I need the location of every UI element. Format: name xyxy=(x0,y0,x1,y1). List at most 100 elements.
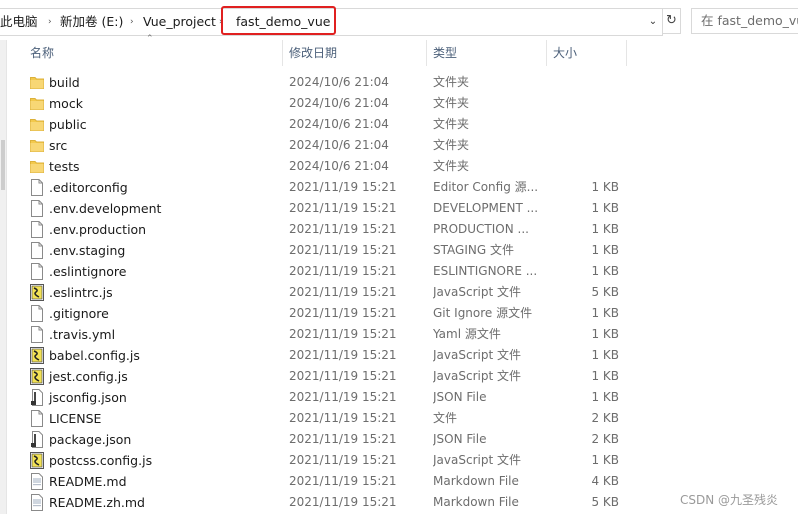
file-type: Yaml 源文件 xyxy=(433,327,501,341)
table-row[interactable]: babel.config.js 2021/11/19 15:21 JavaScrip… xyxy=(24,345,634,366)
folder-icon xyxy=(30,74,44,91)
file-date: 2024/10/6 21:04 xyxy=(289,138,389,152)
table-row[interactable]: .env.production 2021/11/19 15:21 PRODUCTIO… xyxy=(24,219,634,240)
file-type: JavaScript 文件 xyxy=(433,453,521,467)
watermark: CSDN @九圣残炎 xyxy=(680,493,779,507)
folder-icon xyxy=(30,158,44,175)
breadcrumb-separator-icon[interactable]: › xyxy=(48,9,52,35)
search-input[interactable]: 在 fast_demo_vue 中搜索 xyxy=(691,8,798,34)
file-name: mock xyxy=(49,96,83,111)
file-name: .travis.yml xyxy=(49,327,116,342)
breadcrumb-this-pc[interactable]: 此电脑 xyxy=(0,9,38,35)
file-type: 文件夹 xyxy=(433,117,470,131)
file-icon xyxy=(30,263,44,280)
file-size: 1 KB xyxy=(591,243,619,257)
file-type: JSON File xyxy=(433,390,487,404)
column-header-date[interactable]: 修改日期 xyxy=(289,40,337,66)
chevron-down-icon[interactable]: ⌄ xyxy=(646,13,660,31)
file-name: package.json xyxy=(49,432,132,447)
breadcrumb-separator-icon[interactable]: › xyxy=(130,9,134,35)
file-date: 2021/11/19 15:21 xyxy=(289,432,397,446)
javascript-file-icon xyxy=(30,347,44,364)
table-row[interactable]: .gitignore 2021/11/19 15:21 Git Ignore 源文件… xyxy=(24,303,634,324)
table-row[interactable]: src 2024/10/6 21:04 文件夹 xyxy=(24,135,634,156)
file-name: babel.config.js xyxy=(49,348,140,363)
file-type: JavaScript 文件 xyxy=(433,348,521,362)
table-row[interactable]: public 2024/10/6 21:04 文件夹 xyxy=(24,114,634,135)
table-row[interactable]: build 2024/10/6 21:04 文件夹 xyxy=(24,72,634,93)
column-divider[interactable] xyxy=(626,40,627,66)
file-type: 文件夹 xyxy=(433,96,470,110)
table-row[interactable]: .travis.yml 2021/11/19 15:21 Yaml 源文件 1 KB xyxy=(24,324,634,345)
column-divider[interactable] xyxy=(426,40,427,66)
file-size: 1 KB xyxy=(591,369,619,383)
file-date: 2021/11/19 15:21 xyxy=(289,243,397,257)
pane-divider[interactable] xyxy=(6,40,7,514)
file-name: .env.production xyxy=(49,222,147,237)
file-name: jsconfig.json xyxy=(49,390,127,405)
file-type: 文件夹 xyxy=(433,138,470,152)
table-row[interactable]: jsconfig.json 2021/11/19 15:21 JSON File 1 … xyxy=(24,387,634,408)
breadcrumb-vue-project[interactable]: Vue_project xyxy=(143,9,216,35)
file-size: 1 KB xyxy=(591,390,619,404)
table-row[interactable]: tests 2024/10/6 21:04 文件夹 xyxy=(24,156,634,177)
scrollbar-thumb[interactable] xyxy=(1,140,5,190)
table-row[interactable]: .eslintrc.js 2021/11/19 15:21 JavaScript 文… xyxy=(24,282,634,303)
sort-ascending-icon: ⌃ xyxy=(146,34,154,44)
table-row[interactable]: jest.config.js 2021/11/19 15:21 JavaScript… xyxy=(24,366,634,387)
table-row[interactable]: README.md 2021/11/19 15:21 Markdown File 4 … xyxy=(24,471,634,492)
file-icon xyxy=(30,305,44,322)
table-row[interactable]: postcss.config.js 2021/11/19 15:21 JavaScr… xyxy=(24,450,634,471)
file-type: JSON File xyxy=(433,432,487,446)
folder-icon xyxy=(30,116,44,133)
breadcrumb-current-folder[interactable]: fast_demo_vue xyxy=(236,9,330,35)
file-name: .env.development xyxy=(49,201,162,216)
file-date: 2021/11/19 15:21 xyxy=(289,411,397,425)
file-date: 2021/11/19 15:21 xyxy=(289,285,397,299)
file-size: 1 KB xyxy=(591,327,619,341)
file-size: 1 KB xyxy=(591,348,619,362)
file-type: PRODUCTION ... xyxy=(433,222,529,236)
table-row[interactable]: .editorconfig 2021/11/19 15:21 Editor Conf… xyxy=(24,177,634,198)
javascript-file-icon xyxy=(30,368,44,385)
column-divider[interactable] xyxy=(546,40,547,66)
file-type: Markdown File xyxy=(433,474,519,488)
file-name: postcss.config.js xyxy=(49,453,153,468)
column-header-size[interactable]: 大小 xyxy=(553,40,577,66)
folder-icon xyxy=(30,95,44,112)
file-icon xyxy=(30,410,44,427)
column-header-type[interactable]: 类型 xyxy=(433,40,457,66)
file-size: 1 KB xyxy=(591,306,619,320)
table-row[interactable]: .env.staging 2021/11/19 15:21 STAGING 文件 1 … xyxy=(24,240,634,261)
file-size: 1 KB xyxy=(591,264,619,278)
file-date: 2021/11/19 15:21 xyxy=(289,390,397,404)
refresh-icon: ↻ xyxy=(666,13,677,28)
file-date: 2021/11/19 15:21 xyxy=(289,327,397,341)
file-name: README.zh.md xyxy=(49,495,145,510)
file-icon xyxy=(30,200,44,217)
file-icon xyxy=(30,221,44,238)
file-type: Editor Config 源... xyxy=(433,180,539,194)
file-size: 1 KB xyxy=(591,201,619,215)
table-row[interactable]: .eslintignore 2021/11/19 15:21 ESLINTIGNOR… xyxy=(24,261,634,282)
column-header-name[interactable]: 名称 xyxy=(30,40,54,66)
file-type: Markdown File xyxy=(433,495,519,509)
file-size: 5 KB xyxy=(591,285,619,299)
json-file-icon xyxy=(30,431,44,448)
breadcrumb-drive[interactable]: 新加卷 (E:) xyxy=(60,9,123,35)
table-row[interactable]: README.zh.md 2021/11/19 15:21 Markdown Fil… xyxy=(24,492,634,513)
table-row[interactable]: .env.development 2021/11/19 15:21 DEVELOPM… xyxy=(24,198,634,219)
file-date: 2021/11/19 15:21 xyxy=(289,180,397,194)
table-row[interactable]: mock 2024/10/6 21:04 文件夹 xyxy=(24,93,634,114)
file-size: 1 KB xyxy=(591,180,619,194)
file-name: public xyxy=(49,117,87,132)
column-divider[interactable] xyxy=(282,40,283,66)
address-bar[interactable]: 此电脑 › 新加卷 (E:) › Vue_project › fast_demo… xyxy=(0,6,663,36)
file-date: 2024/10/6 21:04 xyxy=(289,159,389,173)
refresh-button[interactable]: ↻ xyxy=(662,8,681,34)
file-size: 1 KB xyxy=(591,453,619,467)
file-type: STAGING 文件 xyxy=(433,243,514,257)
table-row[interactable]: package.json 2021/11/19 15:21 JSON File 2 K… xyxy=(24,429,634,450)
table-row[interactable]: LICENSE 2021/11/19 15:21 文件 2 KB xyxy=(24,408,634,429)
file-date: 2021/11/19 15:21 xyxy=(289,222,397,236)
